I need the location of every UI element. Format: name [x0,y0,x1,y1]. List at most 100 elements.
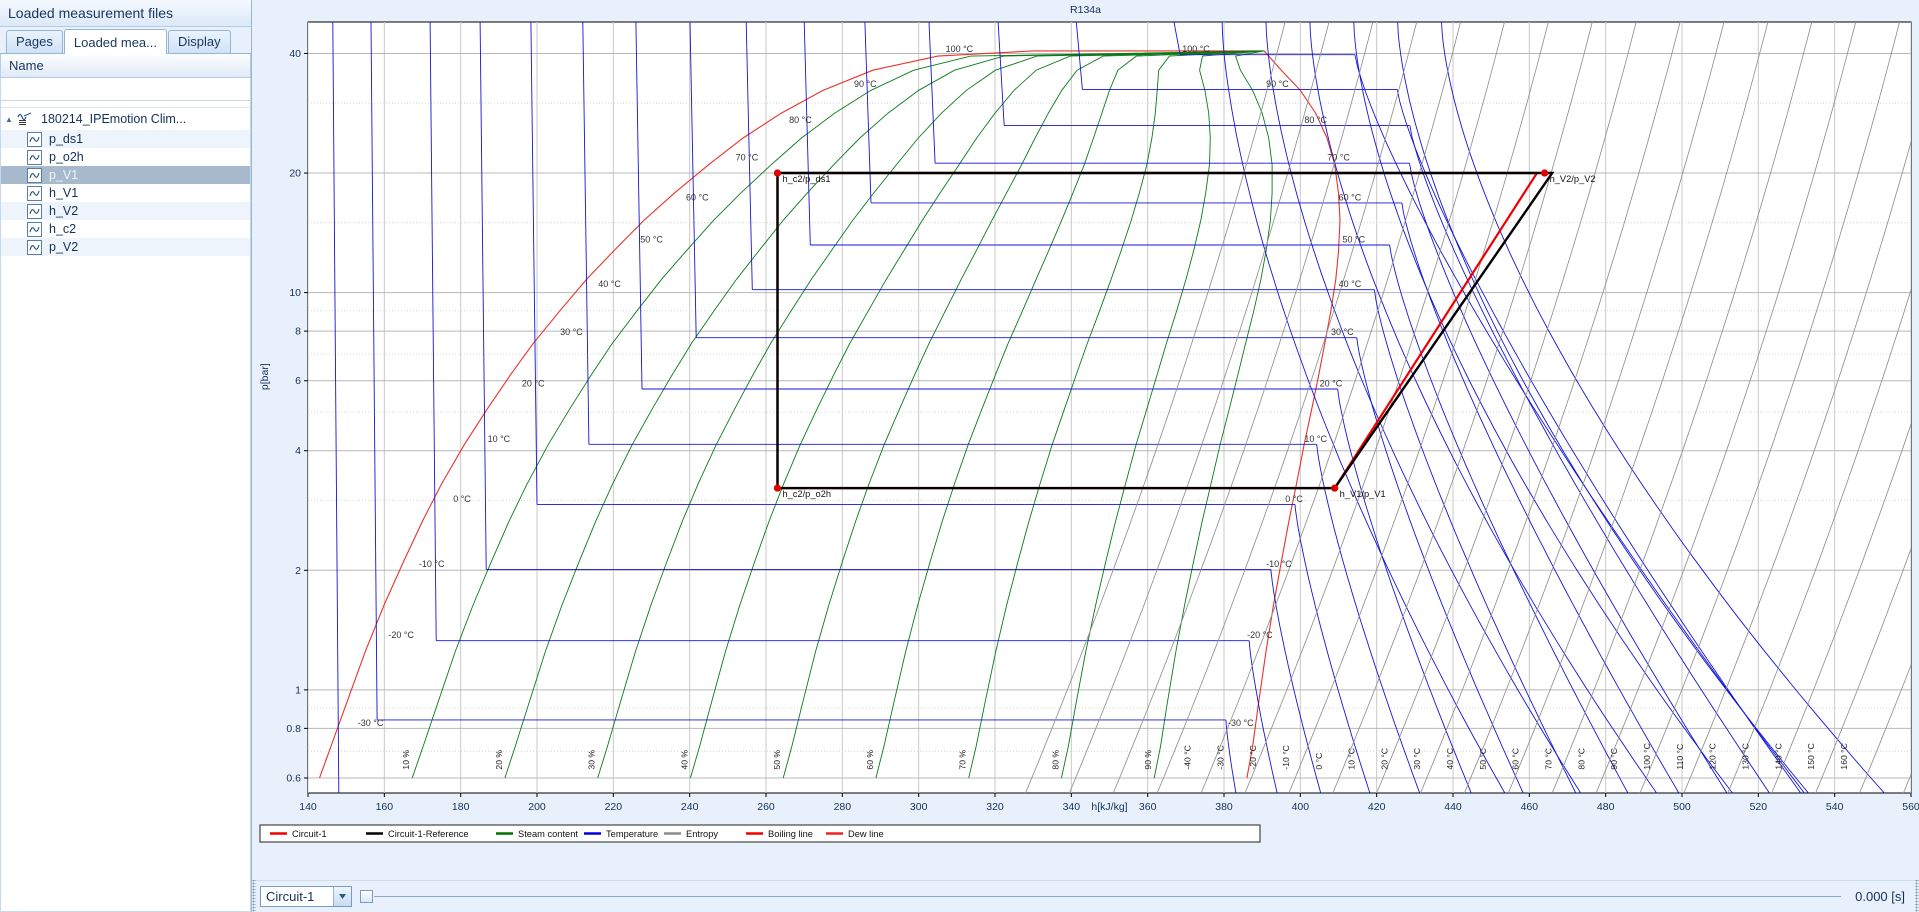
svg-text:8: 8 [295,326,301,338]
svg-text:-10 °C: -10 °C [419,559,445,569]
svg-text:280: 280 [834,801,852,813]
tree-item-channel-p_V2[interactable]: p_V2 [1,238,250,256]
svg-text:20 %: 20 % [494,750,504,770]
svg-text:-30 °C: -30 °C [358,718,384,728]
svg-text:130 °C: 130 °C [1740,743,1750,769]
svg-text:h[kJ/kg]: h[kJ/kg] [1091,801,1127,813]
application-window: Loaded measurement files Pages Loaded me… [0,0,1919,912]
svg-text:100 °C: 100 °C [1182,44,1210,54]
tree-item-file[interactable]: ▲ 180214_IPEmotion Clim... [1,108,250,130]
svg-text:-10 °C: -10 °C [1266,559,1292,569]
svg-text:10 °C: 10 °C [1347,748,1357,770]
svg-text:-20 °C: -20 °C [1247,630,1273,640]
channel-checkbox[interactable] [27,239,42,255]
channel-checkbox[interactable] [27,185,42,201]
svg-text:80 °C: 80 °C [1304,115,1327,125]
tree-item-channel-p_ds1[interactable]: p_ds1 [1,130,250,148]
svg-text:h_V2/p_V2: h_V2/p_V2 [1550,174,1596,184]
tree-item-label: 180214_IPEmotion Clim... [41,112,187,126]
circuit-select-value: Circuit-1 [266,889,315,904]
svg-text:560: 560 [1902,801,1919,813]
svg-text:70 °C: 70 °C [1544,748,1554,770]
svg-text:360: 360 [1139,801,1157,813]
svg-text:70 %: 70 % [958,750,968,770]
tab-pages[interactable]: Pages [6,30,63,53]
sidebar-tabs: Pages Loaded mea... Display [0,27,251,54]
tab-loaded-measurements[interactable]: Loaded mea... [63,29,167,54]
svg-text:160 °C: 160 °C [1839,743,1849,769]
svg-text:140 °C: 140 °C [1773,743,1783,769]
ph-diagram-svg: -30 °C -20 °C -10 °C 0 °C 10 °C 20 °C 30 °C 40 … [252,0,1919,880]
tree-item-label: p_V1 [49,168,79,182]
svg-text:220: 220 [605,801,623,813]
svg-text:120 °C: 120 °C [1708,743,1718,769]
ph-diagram-chart[interactable]: -30 °C -20 °C -10 °C 0 °C 10 °C 20 °C 30 °C 40 … [252,0,1919,880]
svg-text:0 °C: 0 °C [1285,494,1303,504]
svg-text:80 %: 80 % [1050,750,1060,770]
measurement-file-icon [17,112,33,126]
svg-text:80 °C: 80 °C [1576,748,1586,770]
svg-text:50 %: 50 % [772,750,782,770]
svg-text:90 °C: 90 °C [1266,79,1289,89]
column-header-name: Name [9,58,44,73]
svg-text:-30 °C: -30 °C [1228,718,1254,728]
svg-text:300: 300 [910,801,928,813]
svg-text:20: 20 [289,168,301,180]
svg-text:30 °C: 30 °C [560,327,583,337]
time-slider[interactable] [360,887,1847,907]
channel-checkbox[interactable] [27,149,42,165]
channel-checkbox[interactable] [27,221,42,237]
svg-text:R134a: R134a [1070,4,1101,16]
svg-text:40 %: 40 % [679,750,689,770]
tree-item-channel-h_V2[interactable]: h_V2 [1,202,250,220]
svg-text:Temperature: Temperature [606,829,658,839]
svg-text:6: 6 [295,375,301,387]
time-slider-thumb[interactable] [360,890,373,903]
svg-text:h_c2/p_ds1: h_c2/p_ds1 [782,174,830,184]
chevron-down-icon[interactable] [333,887,351,906]
tree-item-label: p_ds1 [49,132,84,146]
svg-text:10 %: 10 % [401,750,411,770]
svg-text:40 °C: 40 °C [1339,279,1362,289]
svg-text:520: 520 [1750,801,1768,813]
svg-text:p[bar]: p[bar] [259,363,271,390]
svg-text:340: 340 [1063,801,1081,813]
svg-text:40: 40 [289,48,301,60]
tree-item-channel-h_c2[interactable]: h_c2 [1,220,250,238]
svg-text:180: 180 [452,801,470,813]
svg-text:-20 °C: -20 °C [1248,745,1258,769]
channel-checkbox[interactable] [27,203,42,219]
tree-item-channel-p_V1[interactable]: p_V1 [1,166,250,184]
svg-text:20 °C: 20 °C [522,378,545,388]
svg-text:Entropy: Entropy [686,829,718,839]
time-slider-track [374,896,1842,897]
tree-filter-row[interactable] [0,78,251,101]
time-value-label: 0.000 [s] [1855,889,1905,904]
tree-top-spacer [1,101,250,108]
circuit-select[interactable]: Circuit-1 [260,886,352,907]
svg-text:10 °C: 10 °C [1304,434,1327,444]
svg-text:50 °C: 50 °C [1343,234,1366,244]
svg-text:240: 240 [681,801,699,813]
channel-checkbox[interactable] [27,167,42,183]
svg-text:60 °C: 60 °C [1339,192,1362,202]
svg-text:40 °C: 40 °C [1445,748,1455,770]
tab-display[interactable]: Display [168,30,231,53]
svg-text:Circuit-1: Circuit-1 [292,829,327,839]
tree-item-channel-p_o2h[interactable]: p_o2h [1,148,250,166]
svg-text:150 °C: 150 °C [1806,743,1816,769]
measurement-tree: ▲ 180214_IPEmotion Clim... p_ds1 p_o2h p… [0,101,251,912]
channel-checkbox[interactable] [27,131,42,147]
svg-text:500: 500 [1673,801,1691,813]
svg-text:320: 320 [986,801,1004,813]
tree-column-header: Name [0,54,251,78]
svg-text:Boiling line: Boiling line [768,829,813,839]
collapse-triangle-icon[interactable]: ▲ [1,115,17,124]
svg-text:420: 420 [1368,801,1386,813]
svg-text:30 °C: 30 °C [1331,327,1354,337]
tree-item-label: p_V2 [49,240,79,254]
svg-text:-40 °C: -40 °C [1182,745,1192,769]
status-bar: Circuit-1 0.000 [s] [252,880,1919,912]
svg-text:90 %: 90 % [1143,750,1153,770]
tree-item-channel-h_V1[interactable]: h_V1 [1,184,250,202]
